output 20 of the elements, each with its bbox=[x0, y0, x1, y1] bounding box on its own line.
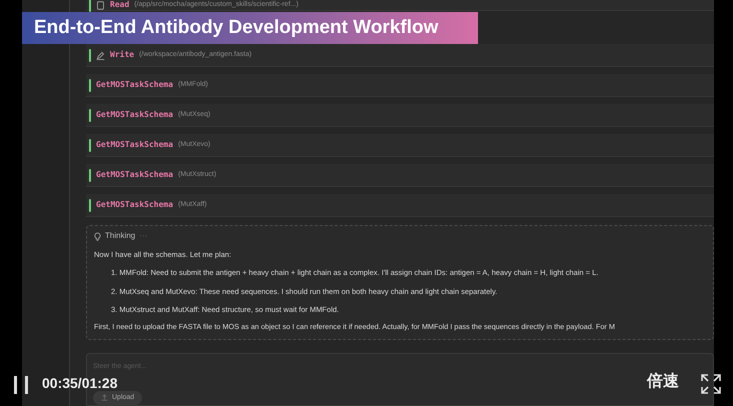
tool-name: Write bbox=[110, 49, 134, 61]
thinking-title: Thinking bbox=[105, 230, 136, 242]
pause-button[interactable] bbox=[12, 376, 30, 394]
tool-name: GetMOSTaskSchema bbox=[96, 199, 174, 211]
playback-speed-button[interactable]: 倍速 bbox=[647, 370, 679, 394]
thinking-ellipsis: ··· bbox=[139, 230, 148, 242]
tool-name: GetMOSTaskSchema bbox=[96, 139, 174, 151]
tool-name: GetMOSTaskSchema bbox=[96, 169, 174, 181]
document-icon bbox=[96, 0, 105, 10]
playback-time: 00:35/01:28 bbox=[42, 374, 118, 393]
tool-name: GetMOSTaskSchema bbox=[96, 109, 174, 121]
tool-name: Read bbox=[110, 0, 130, 11]
fullscreen-button[interactable] bbox=[701, 374, 721, 394]
tool-name: GetMOSTaskSchema bbox=[96, 79, 174, 91]
lightbulb-icon bbox=[94, 232, 101, 240]
upload-icon bbox=[101, 394, 108, 402]
pencil-icon bbox=[96, 50, 105, 60]
fullscreen-icon bbox=[701, 374, 721, 394]
pause-icon bbox=[13, 376, 29, 394]
banner-title: End-to-End Antibody Development Workflow bbox=[34, 16, 438, 40]
